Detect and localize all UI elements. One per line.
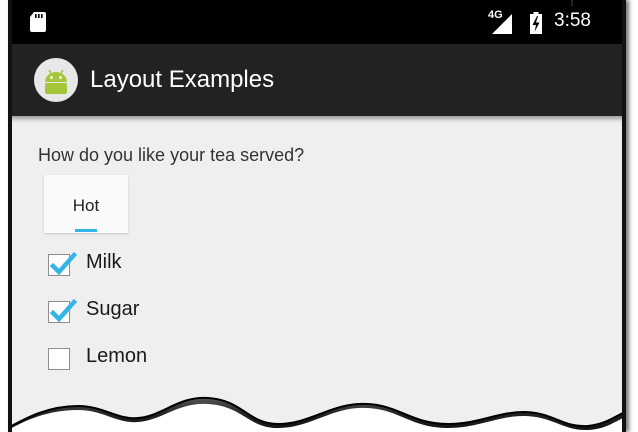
checkbox-lemon-label: Lemon (86, 345, 148, 367)
temperature-spinner[interactable]: Hot (44, 175, 128, 233)
spinner-indicator (75, 229, 97, 232)
signal-icon (492, 14, 512, 34)
torn-edge (8, 396, 626, 432)
pin-marker (571, 0, 573, 6)
checkbox-lemon-box[interactable] (48, 348, 70, 370)
checkbox-sugar-label: Sugar (86, 298, 140, 320)
action-bar: Layout Examples (8, 44, 626, 116)
android-icon[interactable] (34, 58, 78, 102)
checkbox-sugar-box[interactable] (48, 298, 77, 323)
checkbox-milk-label: Milk (86, 251, 122, 273)
checkmark-icon (49, 298, 77, 323)
sd-card-icon (30, 12, 46, 32)
status-bar: 4G 3:58 (8, 0, 626, 44)
tea-question-label: How do you like your tea served? (38, 145, 305, 165)
status-clock: 3:58 (554, 10, 591, 31)
battery-charging-icon (530, 12, 542, 34)
checkmark-icon (49, 251, 77, 276)
app-title: Layout Examples (90, 66, 275, 93)
device-screen: 4G 3:58 Layout Examples How do you like … (8, 0, 626, 432)
checkbox-milk-box[interactable] (48, 251, 77, 276)
spinner-selected-value: Hot (72, 196, 100, 215)
